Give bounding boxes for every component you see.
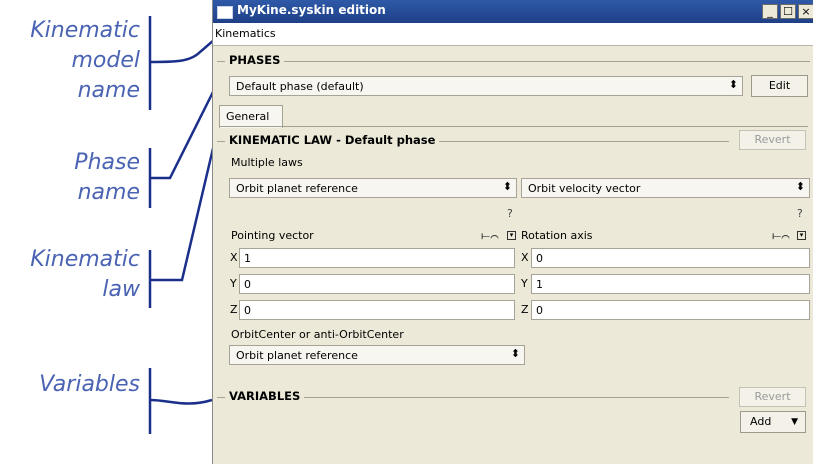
orbitcenter-select-value: Orbit planet reference bbox=[236, 349, 358, 362]
annotation-text: Variables bbox=[39, 372, 140, 397]
model-name: Kinematics bbox=[215, 27, 276, 40]
pointing-z-input[interactable]: 0 bbox=[239, 300, 515, 320]
rotation-y-value: 1 bbox=[536, 278, 543, 291]
right-law-select[interactable]: Orbit velocity vector ⬍ bbox=[521, 178, 810, 198]
rotation-x-value: 0 bbox=[536, 252, 543, 265]
dropdown-box-icon[interactable]: ▾ bbox=[797, 231, 806, 240]
tab-general[interactable]: General bbox=[219, 105, 283, 128]
dropdown-box-icon[interactable]: ▾ bbox=[507, 231, 516, 240]
minimize-icon: _ bbox=[767, 5, 773, 18]
multiple-laws-label: Multiple laws bbox=[231, 156, 303, 169]
close-icon: × bbox=[801, 5, 811, 18]
annotation-text: name bbox=[77, 180, 140, 205]
phases-group-label: PHASES bbox=[225, 53, 285, 67]
phase-select-value: Default phase (default) bbox=[236, 80, 364, 93]
tab-panel-border bbox=[219, 126, 808, 127]
variables-revert-button[interactable]: Revert bbox=[739, 387, 806, 407]
tab-general-label: General bbox=[226, 110, 270, 123]
edit-phase-button[interactable]: Edit bbox=[751, 75, 808, 97]
app-window: MyKine.syskin edition _ ☐ × Kinematics P… bbox=[212, 0, 813, 464]
annotation-variables: Variables bbox=[0, 370, 140, 400]
x-axis-label: X bbox=[230, 251, 238, 264]
updown-arrow-icon: ⬍ bbox=[728, 78, 738, 91]
pointing-x-input[interactable]: 1 bbox=[239, 248, 515, 268]
x-axis-label: X bbox=[521, 251, 529, 264]
right-law-select-value: Orbit velocity vector bbox=[528, 182, 641, 195]
pointing-vector-label: Pointing vector bbox=[231, 229, 314, 242]
window-title: MyKine.syskin edition bbox=[237, 3, 386, 17]
help-icon[interactable]: ? bbox=[507, 207, 513, 220]
maximize-button[interactable]: ☐ bbox=[780, 4, 796, 19]
annotation-text: model bbox=[71, 48, 140, 73]
kinematic-law-revert-button[interactable]: Revert bbox=[739, 130, 806, 150]
app-icon bbox=[217, 6, 233, 19]
edit-button-label: Edit bbox=[768, 79, 791, 92]
z-axis-label: Z bbox=[521, 303, 529, 316]
annotation-kinematic-law: Kinematic law bbox=[0, 245, 140, 305]
y-axis-label: Y bbox=[230, 277, 237, 290]
maximize-icon: ☐ bbox=[783, 5, 793, 18]
rotation-axis-label: Rotation axis bbox=[521, 229, 593, 242]
add-button-label: Add bbox=[750, 415, 772, 428]
rotation-x-input[interactable]: 0 bbox=[531, 248, 810, 268]
kinematic-law-group-header: KINEMATIC LAW - Default phase bbox=[213, 133, 733, 149]
variables-group-header: VARIABLES bbox=[213, 389, 733, 405]
updown-arrow-icon: ⬍ bbox=[510, 347, 520, 360]
dropdown-arrow-icon: ▼ bbox=[791, 417, 798, 427]
pointer-variables bbox=[149, 398, 213, 405]
pointing-y-value: 0 bbox=[244, 278, 251, 291]
phases-group-header: PHASES bbox=[213, 53, 813, 69]
annotation-text: Kinematic bbox=[30, 247, 140, 272]
model-name-bar: Kinematics bbox=[213, 23, 813, 46]
z-axis-label: Z bbox=[230, 303, 238, 316]
orbitcenter-label: OrbitCenter or anti-OrbitCenter bbox=[231, 328, 404, 341]
close-button[interactable]: × bbox=[798, 4, 813, 19]
pointing-z-value: 0 bbox=[244, 304, 251, 317]
group-divider bbox=[217, 61, 810, 62]
updown-arrow-icon: ⬍ bbox=[795, 180, 805, 193]
pointing-x-value: 1 bbox=[244, 252, 251, 265]
pointer-kinematic-law bbox=[150, 139, 217, 282]
revert-button-label: Revert bbox=[754, 133, 791, 146]
annotation-text: law bbox=[102, 277, 140, 302]
annotation-text: Kinematic bbox=[30, 18, 140, 43]
pointer-kinematic-model-name bbox=[149, 39, 215, 64]
minimize-button[interactable]: _ bbox=[762, 4, 778, 19]
help-icon[interactable]: ? bbox=[797, 207, 803, 220]
phase-select[interactable]: Default phase (default) ⬍ bbox=[229, 76, 743, 96]
pointer-phase-name bbox=[150, 81, 220, 180]
updown-arrow-icon: ⬍ bbox=[502, 180, 512, 193]
rotation-z-value: 0 bbox=[536, 304, 543, 317]
rotation-z-input[interactable]: 0 bbox=[531, 300, 810, 320]
revert-button-label: Revert bbox=[754, 390, 791, 403]
left-law-select-value: Orbit planet reference bbox=[236, 182, 358, 195]
kinematic-law-group-label: KINEMATIC LAW - Default phase bbox=[225, 133, 440, 147]
variables-group-label: VARIABLES bbox=[225, 389, 305, 403]
curve-icon[interactable]: ⟝⌒ bbox=[481, 229, 499, 243]
rotation-y-input[interactable]: 1 bbox=[531, 274, 810, 294]
title-bar: MyKine.syskin edition _ ☐ × bbox=[213, 0, 813, 23]
orbitcenter-select[interactable]: Orbit planet reference ⬍ bbox=[229, 345, 525, 365]
add-variable-button[interactable]: Add ▼ bbox=[740, 411, 806, 433]
left-law-select[interactable]: Orbit planet reference ⬍ bbox=[229, 178, 517, 198]
annotation-kinematic-model-name: Kinematic model name bbox=[0, 16, 140, 106]
annotation-text: Phase bbox=[74, 150, 140, 175]
y-axis-label: Y bbox=[521, 277, 528, 290]
annotation-phase-name: Phase name bbox=[0, 148, 140, 208]
annotation-text: name bbox=[77, 78, 140, 103]
pointing-y-input[interactable]: 0 bbox=[239, 274, 515, 294]
curve-icon[interactable]: ⟝⌒ bbox=[772, 229, 790, 243]
